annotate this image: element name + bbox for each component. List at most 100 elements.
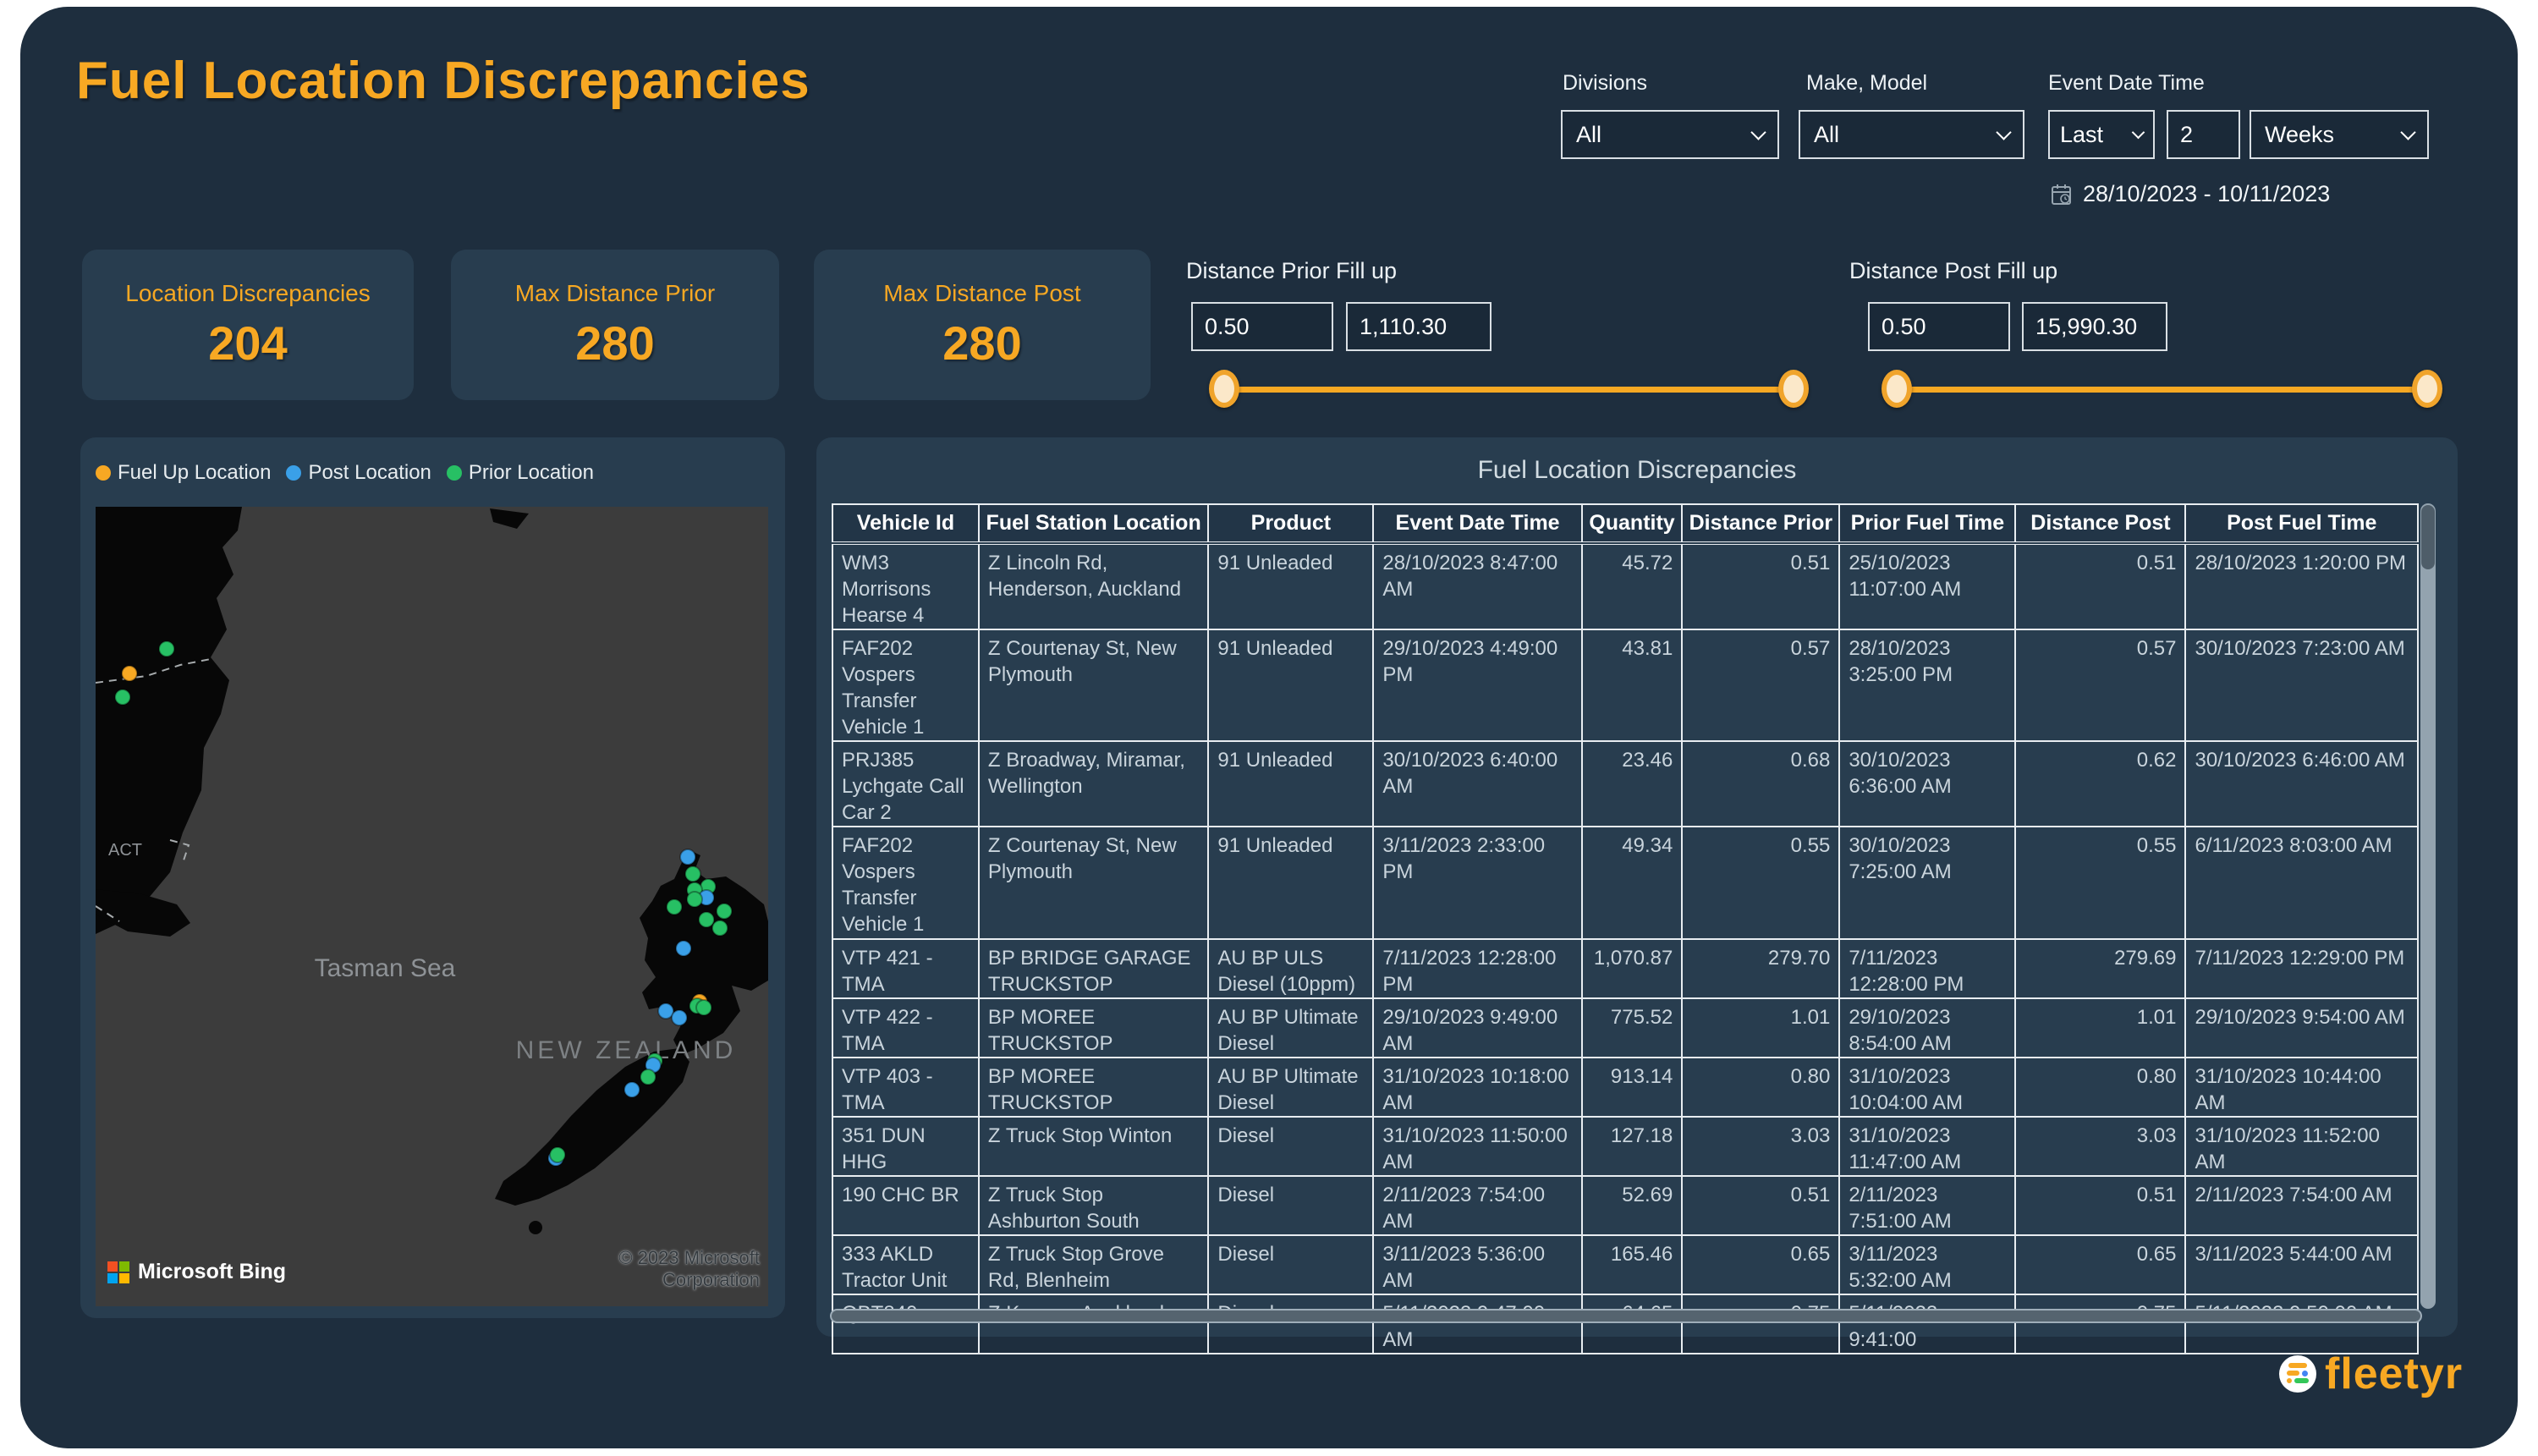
slider-handle-max[interactable]	[2412, 370, 2442, 408]
kpi-card-max-distance-prior: Max Distance Prior 280	[451, 250, 779, 400]
table-row[interactable]: PRJ385 Lychgate Call Car 2Z Broadway, Mi…	[832, 741, 2418, 827]
event-last-value: Last	[2060, 122, 2103, 148]
table-cell: 7/11/2023 12:28:00 PM	[1373, 939, 1581, 998]
table-cell: 0.55	[2015, 827, 2185, 939]
table-cell: PRJ385 Lychgate Call Car 2	[832, 741, 979, 827]
table-cell: 6/11/2023 8:03:00 AM	[2185, 827, 2418, 939]
table-cell: 31/10/2023 11:47:00 AM	[1839, 1117, 2015, 1176]
distance-post-slider-label: Distance Post Fill up	[1849, 258, 2057, 284]
table-row[interactable]: VTP 421 - TMABP BRIDGE GARAGE TRUCKSTOPA…	[832, 939, 2418, 998]
table-cell: 91 Unleaded	[1208, 741, 1373, 827]
event-unit-dropdown[interactable]: Weeks	[2250, 110, 2429, 159]
table-row[interactable]: QBT840Z Kumeu, AucklandDiesel5/11/2023 9…	[832, 1294, 2418, 1354]
kpi-label: Location Discrepancies	[125, 280, 371, 307]
slider-track[interactable]	[1897, 387, 2427, 393]
map-point-blue[interactable]	[672, 1010, 687, 1025]
map-point-green[interactable]	[550, 1147, 565, 1162]
nz-south-island	[495, 1048, 689, 1206]
table-cell: 3/11/2023 5:36:00 AM	[1373, 1235, 1581, 1294]
legend-item-post: Post Location	[286, 461, 431, 485]
table-row[interactable]: 333 AKLD Tractor UnitZ Truck Stop Grove …	[832, 1235, 2418, 1294]
table-cell: 3/11/2023 5:32:00 AM	[1839, 1235, 2015, 1294]
make-model-dropdown[interactable]: All	[1799, 110, 2024, 159]
map-point-green[interactable]	[159, 641, 174, 657]
slider-handle-max[interactable]	[1778, 370, 1809, 408]
map-point-blue[interactable]	[624, 1082, 640, 1097]
date-range-value: 28/10/2023 - 10/11/2023	[2083, 181, 2330, 207]
map-point-green[interactable]	[717, 904, 732, 919]
slider-handle-min[interactable]	[1882, 370, 1912, 408]
table-cell: 3.03	[2015, 1117, 2185, 1176]
table-row[interactable]: FAF202 Vospers Transfer Vehicle 1Z Court…	[832, 827, 2418, 939]
table-cell: Z Courtenay St, New Plymouth	[979, 629, 1208, 741]
table-cell: Diesel	[1208, 1117, 1373, 1176]
slider-track[interactable]	[1224, 387, 1794, 393]
table-cell: 43.81	[1582, 629, 1683, 741]
distance-prior-max-input[interactable]: 1,110.30	[1346, 302, 1491, 351]
island-speck	[490, 508, 529, 529]
bing-brand-label: Microsoft Bing	[138, 1260, 286, 1284]
map-point-green[interactable]	[115, 690, 130, 705]
table-cell: Z Broadway, Miramar, Wellington	[979, 741, 1208, 827]
column-header[interactable]: Vehicle Id	[832, 504, 979, 543]
distance-prior-min-input[interactable]: 0.50	[1191, 302, 1333, 351]
table-row[interactable]: 351 DUN HHGZ Truck Stop WintonDiesel31/1…	[832, 1117, 2418, 1176]
table-cell: 279.69	[2015, 939, 2185, 998]
horizontal-scrollbar[interactable]	[830, 1309, 2422, 1323]
column-header[interactable]: Prior Fuel Time	[1839, 504, 2015, 543]
distance-post-min-input[interactable]: 0.50	[1868, 302, 2010, 351]
table-row[interactable]: VTP 422 - TMABP MOREE TRUCKSTOPAU BP Ult…	[832, 998, 2418, 1058]
map-canvas: Tasman Sea NEW ZEALAND ACT	[96, 507, 768, 1306]
table-cell: 23.46	[1582, 741, 1683, 827]
table-cell: 2/11/2023 7:51:00 AM	[1839, 1176, 2015, 1235]
map-point-blue[interactable]	[676, 941, 691, 956]
map-point-green[interactable]	[699, 912, 714, 927]
map-point-green[interactable]	[696, 1000, 711, 1015]
page-title: Fuel Location Discrepancies	[76, 51, 810, 111]
column-header[interactable]: Post Fuel Time	[2185, 504, 2418, 543]
map-point-blue[interactable]	[680, 849, 695, 865]
table-row[interactable]: FAF202 Vospers Transfer Vehicle 1Z Court…	[832, 629, 2418, 741]
table-cell: 3.03	[1682, 1117, 1839, 1176]
table-cell: 279.70	[1682, 939, 1839, 998]
divisions-dropdown[interactable]: All	[1561, 110, 1779, 159]
table-panel: Fuel Location Discrepancies Vehicle IdFu…	[816, 437, 2458, 1337]
map-point-green[interactable]	[685, 866, 700, 882]
table-cell: 30/10/2023 7:23:00 AM	[2185, 629, 2418, 741]
table-cell: 91 Unleaded	[1208, 543, 1373, 629]
vertical-scrollbar[interactable]	[2420, 503, 2436, 1309]
column-header[interactable]: Quantity	[1582, 504, 1683, 543]
table-cell: VTP 421 - TMA	[832, 939, 979, 998]
distance-post-max-input[interactable]: 15,990.30	[2022, 302, 2167, 351]
stewart-island	[529, 1221, 542, 1234]
table-row[interactable]: WM3 Morrisons Hearse 4Z Lincoln Rd, Hend…	[832, 543, 2418, 629]
event-last-dropdown[interactable]: Last	[2048, 110, 2155, 159]
table-row[interactable]: 190 CHC BRZ Truck Stop Ashburton SouthDi…	[832, 1176, 2418, 1235]
map-point-green[interactable]	[640, 1069, 656, 1085]
map-point-green[interactable]	[687, 892, 702, 907]
table-cell: 0.51	[1682, 543, 1839, 629]
table-cell: 30/10/2023 6:46:00 AM	[2185, 741, 2418, 827]
column-header[interactable]: Event Date Time	[1373, 504, 1581, 543]
table-cell: 0.55	[1682, 827, 1839, 939]
slider-handle-min[interactable]	[1209, 370, 1239, 408]
table-row[interactable]: VTP 403 - TMABP MOREE TRUCKSTOPAU BP Ult…	[832, 1058, 2418, 1117]
table-cell: 0.51	[2015, 543, 2185, 629]
column-header[interactable]: Distance Post	[2015, 504, 2185, 543]
table-cell: WM3 Morrisons Hearse 4	[832, 543, 979, 629]
map-point-green[interactable]	[712, 920, 728, 936]
column-header[interactable]: Fuel Station Location	[979, 504, 1208, 543]
table-cell: 29/10/2023 8:54:00 AM	[1839, 998, 2015, 1058]
column-header[interactable]: Distance Prior	[1682, 504, 1839, 543]
table-cell: 3/11/2023 5:44:00 AM	[2185, 1235, 2418, 1294]
column-header[interactable]: Product	[1208, 504, 1373, 543]
legend-item-prior: Prior Location	[447, 461, 594, 485]
event-count-input[interactable]: 2	[2167, 110, 2240, 159]
bing-map[interactable]: Tasman Sea NEW ZEALAND ACT Microsoft Bin…	[96, 507, 768, 1306]
map-point-orange[interactable]	[122, 666, 137, 681]
vertical-scrollbar-thumb[interactable]	[2421, 505, 2435, 569]
table-cell: 28/10/2023 8:47:00 AM	[1373, 543, 1581, 629]
map-point-green[interactable]	[667, 899, 682, 915]
table-cell: 0.75	[1682, 1294, 1839, 1354]
kpi-value: 280	[942, 316, 1021, 371]
